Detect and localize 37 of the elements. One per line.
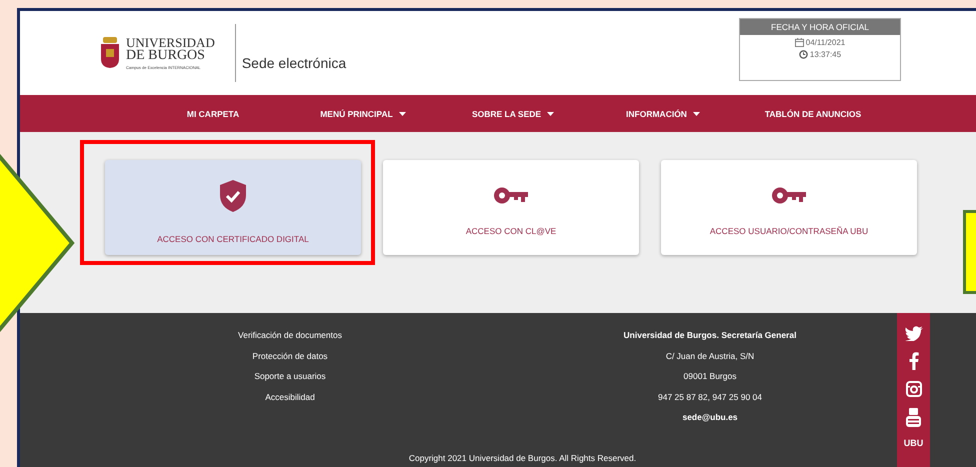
site-title: Sede electrónica bbox=[242, 55, 346, 71]
contact-line: 09001 Burgos bbox=[684, 370, 736, 382]
clock-time: 13:37:45 bbox=[810, 50, 842, 59]
nav-link[interactable]: SOBRE LA SEDE bbox=[438, 108, 588, 118]
facebook-icon[interactable] bbox=[908, 352, 918, 370]
app-link[interactable]: UBU bbox=[904, 438, 924, 448]
email-link[interactable]: sede@ubu.es bbox=[682, 411, 738, 423]
clock-icon bbox=[798, 50, 808, 59]
contact-line: C/ Juan de Austria, S/N bbox=[666, 350, 754, 362]
bird-icon[interactable] bbox=[904, 326, 922, 341]
logo-text: DE BURGOS bbox=[126, 49, 206, 63]
caret-icon bbox=[692, 112, 700, 116]
nav-link[interactable]: MENÚ PRINCIPAL bbox=[288, 108, 438, 118]
footer-link[interactable]: Protección de datos bbox=[252, 350, 328, 362]
contact-line: 947 25 87 82, 947 25 90 04 bbox=[658, 390, 762, 402]
contact-title: Universidad de Burgos. Secretaría General bbox=[624, 329, 796, 341]
instagram-icon[interactable] bbox=[906, 381, 922, 397]
nav-link[interactable]: MI CARPETA bbox=[138, 108, 288, 118]
login-option-card[interactable]: ACCESO CON CL@VE bbox=[383, 160, 639, 255]
logo-text: UNIVERSIDAD bbox=[126, 36, 215, 49]
caret-icon bbox=[547, 112, 554, 116]
login-option-card[interactable]: ACCESO CON CERTIFICADO DIGITAL bbox=[105, 160, 361, 255]
footer-link[interactable]: Verificación de documentos bbox=[238, 329, 342, 341]
crest-icon bbox=[100, 37, 120, 69]
nav-link[interactable]: INFORMACIÓN bbox=[588, 108, 738, 118]
login-option-card[interactable]: ACCESO USUARIO/CONTRASEÑA UBU bbox=[661, 160, 917, 255]
clock-title: FECHA Y HORA OFICIAL bbox=[740, 19, 900, 35]
clock-date: 04/11/2021 bbox=[806, 38, 846, 47]
footer-link[interactable]: Accesibilidad bbox=[265, 390, 315, 402]
calendar-icon bbox=[794, 38, 804, 47]
key-icon bbox=[772, 187, 806, 204]
caret-icon bbox=[398, 112, 406, 116]
nav-link[interactable]: TABLÓN DE ANUNCIOS bbox=[738, 108, 888, 118]
footer-link[interactable]: Soporte a usuarios bbox=[254, 370, 326, 382]
key-icon bbox=[494, 187, 528, 204]
copyright-text: Copyright 2021 Universidad de Burgos. All Rights Reserved. bbox=[408, 453, 638, 463]
shield-check-icon bbox=[220, 180, 246, 212]
